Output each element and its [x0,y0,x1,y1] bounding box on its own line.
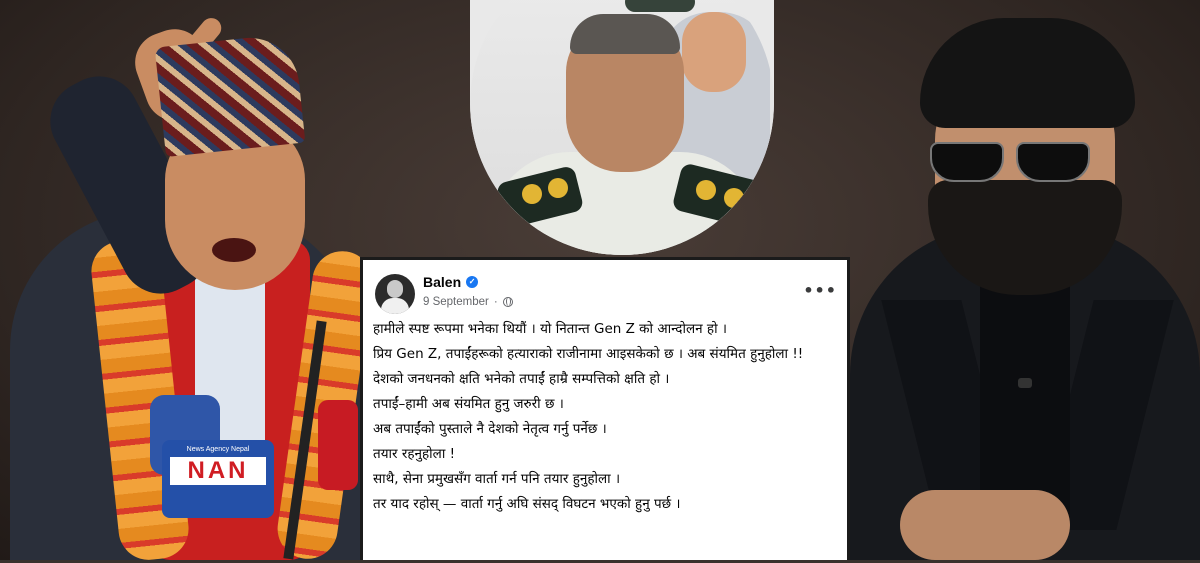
post-line-7: साथै, सेना प्रमुखसँग वार्ता गर्न पनि तया… [373,471,621,487]
globe-icon[interactable] [502,297,513,307]
facebook-post-card: Balen ✓ 9 September · ••• हामीले स्पष्ट … [360,257,850,560]
post-date-link[interactable]: 9 September [423,296,489,308]
avatar-body [381,298,409,314]
post-line-3: देशको जनधनको क्षति भनेको तपाईं हाम्रै सम… [373,371,670,387]
author-name-row: Balen ✓ [423,274,479,290]
author-avatar[interactable] [375,274,415,314]
rank-insignia-right-2 [724,188,744,208]
post-line-4: तपाईं–हामी अब संयमित हुनु जरुरी छ । [373,396,564,412]
nan-subtitle: News Agency Nepal [186,446,250,453]
circle-image [470,0,774,255]
post-line-1: हामीले स्पष्ट रूपमा भनेका थियौं । यो नित… [373,321,727,337]
background-cap [625,0,695,12]
avatar-head [387,280,403,298]
rank-insignia-right [696,180,716,200]
rank-insignia-left [522,184,542,204]
nan-logo-text: NAN [170,457,266,485]
officer-hair [570,14,680,54]
nan-mic-flag: News Agency Nepal NAN [162,440,274,518]
open-mouth [212,238,256,262]
sunglasses-right-lens [1016,142,1090,182]
post-line-8: तर याद रहोस् — वार्ता गर्नु अघि संसद् वि… [373,496,681,512]
center-circle-photo-officer [470,0,774,255]
post-text: हामीले स्पष्ट रूपमा भनेका थियौं । यो नित… [373,318,833,518]
post-line-6: तयार रहनुहोला ! [373,446,456,462]
lavalier-mic [1018,378,1032,388]
sunglasses-left-lens [930,142,1004,182]
red-microphone [318,400,358,490]
author-name-link[interactable]: Balen [423,274,461,290]
hair [920,18,1135,128]
left-photo-politician: News Agency Nepal NAN [0,0,377,563]
verified-badge-icon: ✓ [466,276,479,288]
background-person-face [682,12,746,92]
more-options-icon[interactable]: ••• [803,283,837,299]
post-meta: 9 September · [423,296,513,308]
post-header: Balen ✓ 9 September · ••• [375,272,837,316]
clasped-hands [900,490,1070,560]
rank-insignia-left-2 [548,178,568,198]
right-photo-balen [850,0,1200,560]
meta-separator: · [493,296,498,308]
dhaka-topi-hat [154,32,306,158]
post-line-2: प्रिय Gen Z, तपाईंहरूको हत्याराको राजीना… [373,346,804,362]
post-line-5: अब तपाईंको पुस्ताले नै देशको नेतृत्व गर्… [373,421,607,437]
